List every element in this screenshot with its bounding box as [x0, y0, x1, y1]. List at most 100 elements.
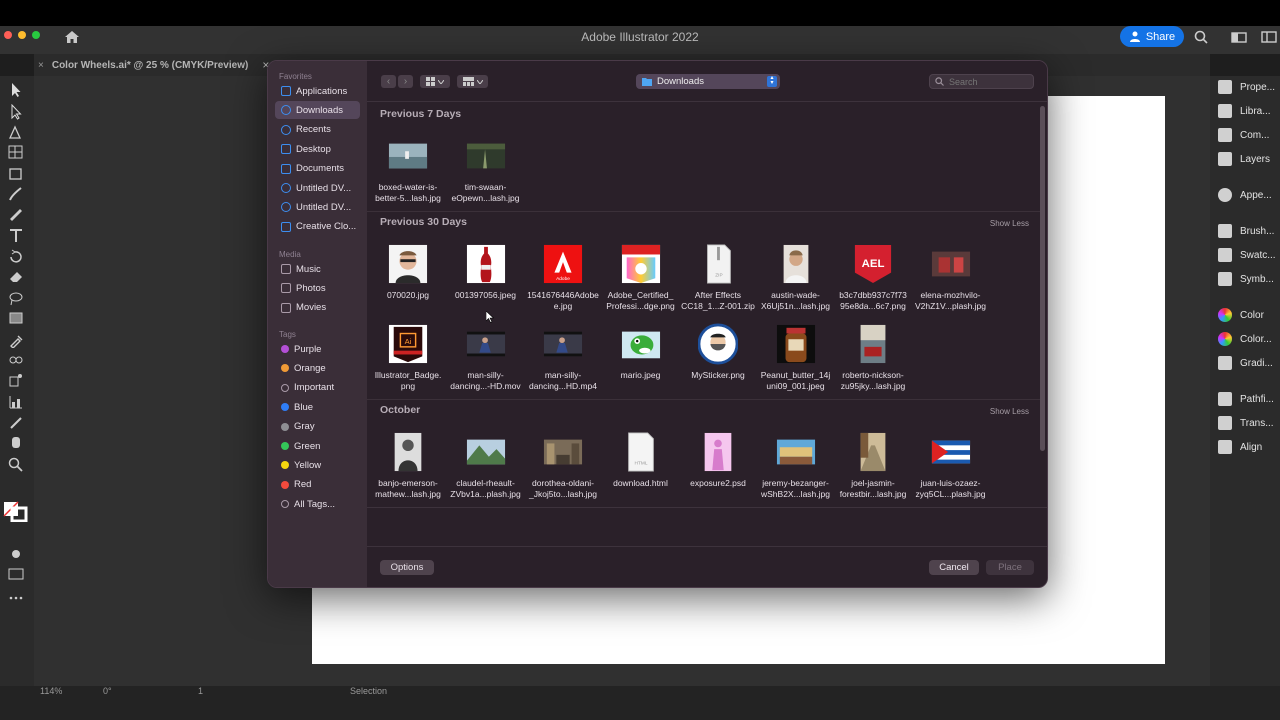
- file-item[interactable]: 070020.jpg: [369, 244, 447, 301]
- panel-pathfinder[interactable]: Pathfi...: [1218, 390, 1274, 408]
- panel-transform[interactable]: Trans...: [1218, 414, 1274, 432]
- document-tab[interactable]: × Color Wheels.ai* @ 25 % (CMYK/Preview)…: [38, 54, 269, 76]
- tag-gray[interactable]: Gray: [275, 418, 360, 436]
- screen-mode-icon[interactable]: [7, 566, 25, 582]
- file-item[interactable]: tim-swaan-eOpewn...lash.jpg: [447, 136, 525, 204]
- sidebar-item-untitled-dv[interactable]: Untitled DV...: [275, 179, 360, 197]
- eyedropper-tool-icon[interactable]: [7, 332, 25, 348]
- tag-important[interactable]: Important: [275, 379, 360, 397]
- tab-close-icon[interactable]: ×: [38, 60, 44, 71]
- more-tools-icon[interactable]: [7, 590, 25, 606]
- hand-tool-icon[interactable]: [7, 434, 25, 450]
- draw-mode-icon[interactable]: [7, 546, 25, 562]
- file-item[interactable]: ZIP After Effects CC18_1...Z-001.zip: [679, 244, 757, 312]
- panel-lib[interactable]: Libra...: [1218, 102, 1271, 120]
- tag-green[interactable]: Green: [275, 437, 360, 455]
- sidebar-item-movies[interactable]: Movies: [275, 299, 360, 317]
- panel-color[interactable]: Color: [1218, 306, 1264, 324]
- panel-gradient[interactable]: Gradi...: [1218, 354, 1273, 372]
- file-item[interactable]: AEL b3c7dbb937c7f73 95e8da...6c7.png: [834, 244, 912, 312]
- symbol-sprayer-tool-icon[interactable]: [7, 372, 25, 388]
- sidebar-item-downloads[interactable]: Downloads: [275, 101, 360, 120]
- file-item[interactable]: elena-mozhvilo- V2hZ1V...plash.jpg: [912, 244, 990, 312]
- file-item[interactable]: joel-jasmin-forestbir...lash.jpg: [834, 432, 912, 500]
- tag-all-tags[interactable]: All Tags...: [275, 495, 360, 513]
- brush-tool-icon[interactable]: [7, 186, 25, 202]
- panel-symbols[interactable]: Symb...: [1218, 270, 1274, 288]
- file-item[interactable]: Peanut_butter_14j uni09_001.jpeg: [757, 324, 835, 392]
- tag-orange[interactable]: Orange: [275, 359, 360, 377]
- workspace-icon[interactable]: [1231, 29, 1247, 45]
- file-item[interactable]: 001397056.jpeg: [447, 244, 525, 301]
- file-item[interactable]: Adobe 1541676446Adobe e.jpg: [524, 244, 602, 312]
- zoom-tool-icon[interactable]: [7, 456, 25, 472]
- sidebar-item-untitled-dv-2[interactable]: Untitled DV...: [275, 198, 360, 216]
- sidebar-item-recents[interactable]: Recents: [275, 121, 360, 139]
- file-item[interactable]: claudel-rheault- ZVbv1a...plash.jpg: [447, 432, 525, 500]
- rotate-tool-icon[interactable]: [7, 248, 25, 264]
- sidebar-item-documents[interactable]: Documents: [275, 160, 360, 178]
- rectangle-tool-icon[interactable]: [7, 166, 25, 182]
- artboard-number[interactable]: 1: [198, 686, 203, 696]
- file-item[interactable]: MySticker.png: [679, 323, 757, 381]
- selection-tool-icon[interactable]: [7, 82, 25, 98]
- sidebar-item-desktop[interactable]: Desktop: [275, 140, 360, 158]
- place-button[interactable]: Place: [986, 560, 1034, 575]
- panel-comment[interactable]: Com...: [1218, 126, 1269, 144]
- file-item[interactable]: austin-wade- X6Uj51n...lash.jpg: [757, 244, 835, 312]
- pencil-tool-icon[interactable]: [7, 206, 25, 222]
- file-item[interactable]: jeremy-bezanger-wShB2X...lash.jpg: [757, 432, 835, 500]
- eraser-tool-icon[interactable]: [7, 268, 25, 284]
- file-item[interactable]: man-silly-dancing...-HD.mov: [447, 324, 525, 392]
- file-item[interactable]: Ai Illustrator_Badge. png: [369, 324, 447, 392]
- lasso-tool-icon[interactable]: [7, 290, 25, 306]
- file-item[interactable]: mario.jpeg: [602, 324, 680, 381]
- graph-tool-icon[interactable]: [7, 394, 25, 410]
- file-item[interactable]: dorothea-oldani- _Jkoj5to...lash.jpg: [524, 432, 602, 500]
- rotation-value[interactable]: 0°: [103, 686, 112, 696]
- sidebar-item-creative-clo[interactable]: Creative Clo...: [275, 218, 360, 236]
- file-item[interactable]: Adobe_Certified_ Professi...dge.png: [602, 244, 680, 312]
- file-item[interactable]: roberto-nickson-zu95jky...lash.jpg: [834, 324, 912, 392]
- panel-appearance[interactable]: Appe...: [1218, 186, 1272, 204]
- panel-brush[interactable]: Brush...: [1218, 222, 1274, 240]
- panel-swatches[interactable]: Swatc...: [1218, 246, 1276, 264]
- panel-align[interactable]: Align: [1218, 438, 1262, 456]
- grid-tool-icon[interactable]: [7, 144, 25, 160]
- cancel-button[interactable]: Cancel: [929, 560, 979, 575]
- blend-tool-icon[interactable]: [7, 352, 25, 368]
- show-less-button[interactable]: Show Less: [990, 407, 1029, 416]
- fill-stroke-swatch-icon[interactable]: [2, 500, 30, 522]
- file-item[interactable]: boxed-water-is-better-5...lash.jpg: [369, 136, 447, 204]
- group-by-button[interactable]: [457, 75, 488, 88]
- file-item[interactable]: exposure2.psd: [679, 432, 757, 489]
- file-item[interactable]: juan-luis-ozaez-zyq5CL...plash.jpg: [912, 432, 990, 500]
- tag-blue[interactable]: Blue: [275, 398, 360, 416]
- pen-tool-icon[interactable]: [7, 124, 25, 140]
- slice-tool-icon[interactable]: [7, 414, 25, 430]
- panel-toggle-icon[interactable]: [1261, 29, 1277, 45]
- sidebar-item-music[interactable]: Music: [275, 260, 360, 278]
- tag-purple[interactable]: Purple: [275, 340, 360, 358]
- panel-color-guide[interactable]: Color...: [1218, 330, 1272, 348]
- location-popup[interactable]: Downloads ▴ ▾: [636, 74, 780, 89]
- type-tool-icon[interactable]: [7, 228, 25, 244]
- panel-layers[interactable]: Layers: [1218, 150, 1270, 168]
- panel-props[interactable]: Prope...: [1218, 78, 1275, 96]
- search-input[interactable]: [949, 76, 1029, 87]
- search-field[interactable]: [929, 74, 1034, 89]
- tag-red[interactable]: Red: [275, 476, 360, 494]
- file-item[interactable]: man-silly-dancing...HD.mp4: [524, 324, 602, 392]
- zoom-level[interactable]: 114%: [40, 686, 62, 696]
- file-item[interactable]: banjo-emerson-mathew...lash.jpg: [369, 432, 447, 500]
- forward-button[interactable]: ›: [398, 75, 413, 88]
- sidebar-item-applications[interactable]: Applications: [275, 82, 360, 100]
- share-button[interactable]: Share: [1120, 26, 1184, 47]
- file-item[interactable]: HTML download.html: [602, 432, 680, 489]
- options-button[interactable]: Options: [380, 560, 434, 575]
- icon-view-button[interactable]: [420, 75, 450, 88]
- sidebar-item-photos[interactable]: Photos: [275, 279, 360, 297]
- show-less-button[interactable]: Show Less: [990, 219, 1029, 228]
- file-list-scrollbar[interactable]: [1040, 106, 1045, 451]
- tag-yellow[interactable]: Yellow: [275, 456, 360, 474]
